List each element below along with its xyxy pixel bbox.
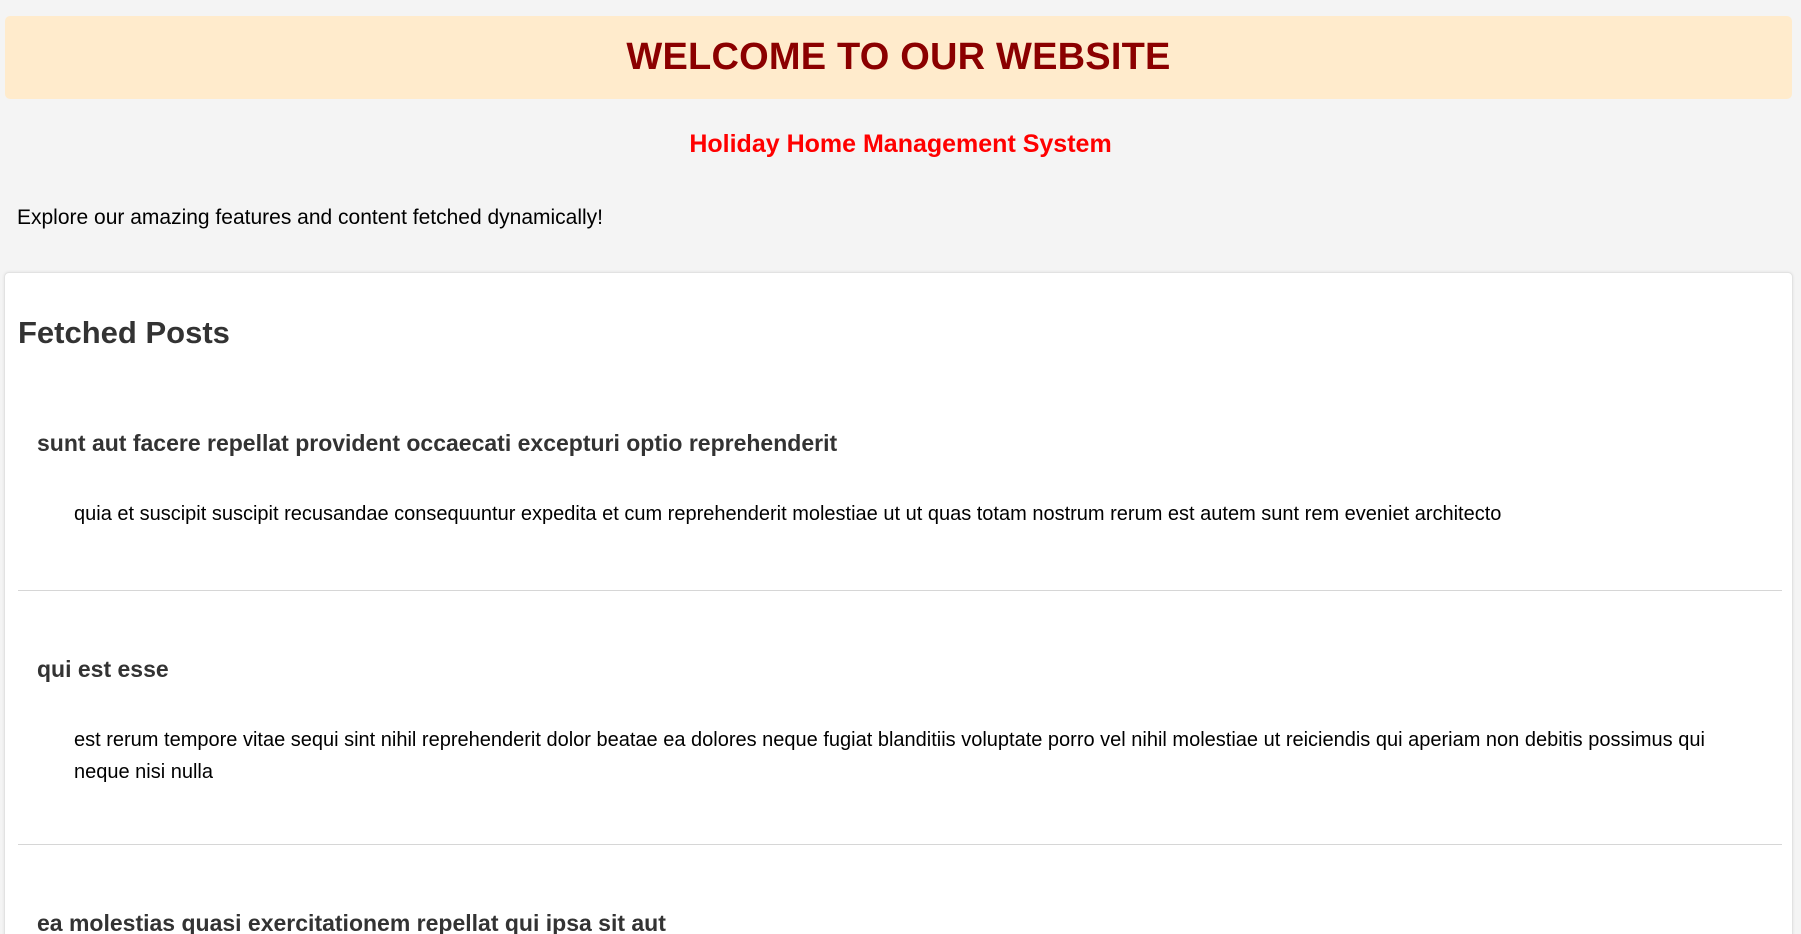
post-body: quia et suscipit suscipit recusandae con…	[74, 503, 1502, 525]
intro-text: Explore our amazing features and content…	[17, 206, 604, 229]
post-divider	[18, 590, 1782, 591]
post-title: ea molestias quasi exercitationem repell…	[37, 910, 666, 934]
page-title: WELCOME TO OUR WEBSITE	[626, 36, 1171, 78]
post-title: sunt aut facere repellat provident occae…	[37, 430, 838, 456]
post-title: qui est esse	[37, 656, 169, 682]
page: WELCOME TO OUR WEBSITE Holiday Home Mana…	[0, 0, 1801, 934]
post-divider	[18, 844, 1782, 845]
posts-heading: Fetched Posts	[18, 315, 230, 350]
post-body: est rerum tempore vitae sequi sint nihil…	[74, 729, 1705, 783]
site-subtitle: Holiday Home Management System	[689, 130, 1112, 158]
posts-container: Fetched Posts sunt aut facere repellat p…	[4, 272, 1793, 934]
welcome-banner: WELCOME TO OUR WEBSITE	[5, 16, 1792, 99]
